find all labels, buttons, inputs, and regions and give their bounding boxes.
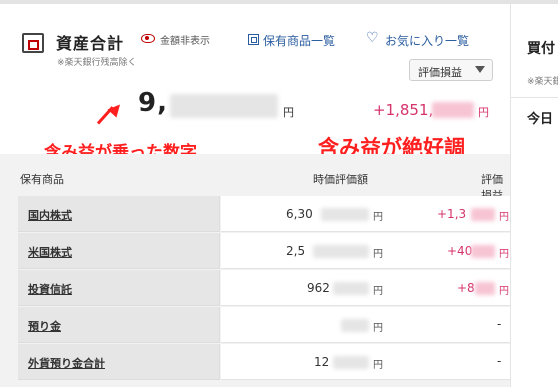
wallet-icon — [22, 33, 44, 53]
masked-value — [333, 356, 369, 369]
row-gain-unit: 円 — [499, 212, 509, 223]
header-market-value: 時価評価額 — [313, 173, 368, 186]
buy-order-panel: 買付 ※楽天銀 今日 — [510, 4, 558, 387]
row-gain-unit: 円 — [499, 249, 509, 260]
row-category-label[interactable]: 預り金 — [28, 318, 61, 334]
row-category[interactable]: 投資信託 — [18, 270, 220, 306]
table-row: 外貨預り金合計 12 円 - — [18, 344, 510, 380]
masked-gain — [475, 282, 495, 295]
heart-icon[interactable]: ♡ — [366, 30, 379, 46]
header-holdings: 保有商品 — [20, 173, 64, 186]
row-gain: +40 — [447, 244, 473, 258]
table-row: 投資信託 962 円 +8 円 — [18, 270, 510, 306]
sort-dropdown[interactable]: 評価損益 — [409, 59, 493, 81]
row-value: 6,30 — [286, 207, 313, 221]
total-assets-value: 9, — [138, 88, 168, 118]
masked-value — [333, 282, 369, 295]
buy-order-title: 買付 — [527, 41, 555, 57]
row-body: 2,5 円 +40 円 — [221, 233, 510, 269]
buy-order-today: 今日 — [527, 112, 554, 127]
eye-icon[interactable] — [141, 34, 155, 43]
row-category[interactable]: 米国株式 — [18, 233, 220, 269]
row-category-label[interactable]: 外貨預り金合計 — [28, 355, 105, 371]
row-value: 12 — [314, 355, 330, 369]
masked-gain — [471, 208, 495, 221]
row-body: 6,30 円 +1,3 円 — [221, 196, 510, 232]
table-row: 預り金 円 - — [18, 307, 510, 343]
page-subtitle: ※楽天銀行残高除く — [57, 58, 137, 68]
row-value: 2,5 — [286, 244, 306, 258]
row-gain: - — [497, 354, 502, 368]
row-category[interactable]: 外貨預り金合計 — [18, 344, 220, 380]
row-category[interactable]: 預り金 — [18, 307, 220, 343]
masked-gain — [471, 245, 495, 258]
total-assets-unit: 円 — [283, 106, 294, 119]
row-gain: +1,3 — [437, 207, 467, 221]
masked-gain-digits — [432, 102, 474, 118]
total-gain-unit: 円 — [478, 106, 489, 119]
row-body: 12 円 - — [221, 344, 510, 380]
row-gain-unit: 円 — [499, 286, 509, 297]
masked-total-digits — [170, 94, 278, 118]
chevron-down-icon — [475, 66, 485, 73]
row-body: 962 円 +8 円 — [221, 270, 510, 306]
row-value-unit: 円 — [373, 212, 383, 223]
row-category-label[interactable]: 国内株式 — [28, 207, 72, 223]
holdings-list-link[interactable]: 保有商品一覧 — [263, 32, 335, 49]
row-gain: +8 — [457, 281, 475, 295]
hide-amount-toggle[interactable]: 金額非表示 — [160, 32, 210, 47]
row-value: 962 — [307, 281, 330, 295]
row-gain: - — [497, 317, 502, 331]
masked-value — [321, 208, 369, 221]
row-value-unit: 円 — [373, 286, 383, 297]
favorites-list-link[interactable]: お気に入り一覧 — [385, 32, 469, 49]
annotation-arrow-head — [107, 100, 125, 118]
row-body: 円 - — [221, 307, 510, 343]
asset-summary-card: 資産合計 ※楽天銀行残高除く 金額非表示 保有商品一覧 ♡ お気に入り一覧 評価… — [0, 4, 510, 387]
row-value-unit: 円 — [373, 360, 383, 371]
buy-order-subtitle: ※楽天銀 — [527, 77, 558, 87]
row-value-unit: 円 — [373, 323, 383, 334]
masked-value — [341, 319, 369, 332]
divider — [511, 97, 558, 98]
table-row: 米国株式 2,5 円 +40 円 — [18, 233, 510, 269]
row-category-label[interactable]: 投資信託 — [28, 281, 72, 297]
total-gain-value: +1,851, — [373, 101, 434, 119]
sort-dropdown-label: 評価損益 — [418, 66, 462, 79]
row-category-label[interactable]: 米国株式 — [28, 244, 72, 260]
row-category[interactable]: 国内株式 — [18, 196, 220, 232]
row-value-unit: 円 — [373, 249, 383, 260]
page-title: 資産合計 — [56, 34, 125, 53]
table-row: 国内株式 6,30 円 +1,3 円 — [18, 196, 510, 232]
masked-value — [313, 245, 369, 258]
list-icon[interactable] — [248, 34, 259, 45]
